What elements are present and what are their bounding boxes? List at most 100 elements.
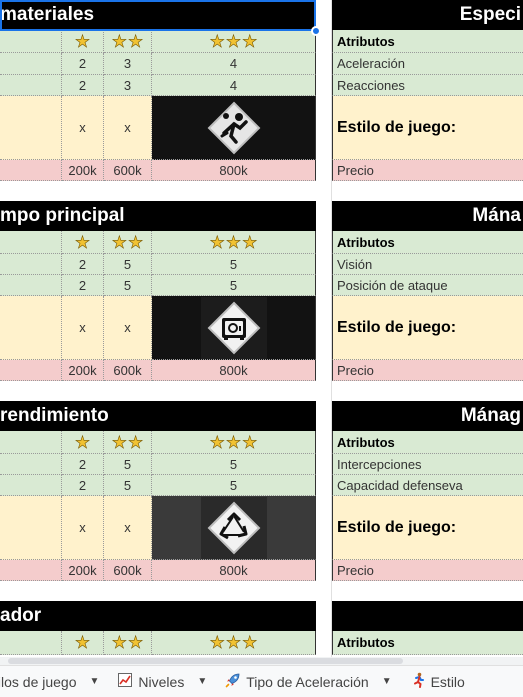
- cell-empty[interactable]: [0, 53, 62, 75]
- level-cell[interactable]: 2: [62, 475, 104, 496]
- x-cell[interactable]: x: [104, 96, 152, 160]
- section-title-cell[interactable]: mpo principal: [0, 201, 316, 231]
- x-cell[interactable]: x: [104, 496, 152, 560]
- attributes-header-cell[interactable]: Atributos: [332, 431, 523, 454]
- cell-empty[interactable]: [0, 560, 62, 581]
- chevron-down-icon[interactable]: ▼: [382, 676, 392, 687]
- level-cell[interactable]: 3: [104, 53, 152, 75]
- star-icon: ★: [111, 31, 127, 51]
- cell-empty[interactable]: [0, 96, 62, 160]
- one-star-cell[interactable]: ★: [62, 30, 104, 53]
- price-cell[interactable]: 600k: [104, 160, 152, 181]
- x-cell[interactable]: x: [62, 296, 104, 360]
- level-cell[interactable]: 5: [152, 475, 316, 496]
- level-cell[interactable]: 4: [152, 75, 316, 96]
- two-star-cell[interactable]: ★ ★: [104, 631, 152, 655]
- cell-empty[interactable]: [0, 360, 62, 381]
- price-cell[interactable]: 600k: [104, 360, 152, 381]
- section-right-title-cell[interactable]: [332, 601, 523, 631]
- cell-empty[interactable]: [0, 231, 62, 254]
- playstyle-label-cell[interactable]: Estilo de juego:: [332, 296, 523, 360]
- playstyle-image-cell[interactable]: [152, 296, 316, 360]
- level-cell[interactable]: 2: [62, 254, 104, 275]
- attribute-cell[interactable]: Visión: [332, 254, 523, 275]
- x-cell[interactable]: x: [104, 296, 152, 360]
- attribute-cell[interactable]: Posición de ataque: [332, 275, 523, 296]
- three-star-cell[interactable]: ★ ★ ★: [152, 30, 316, 53]
- price-label-cell[interactable]: Precio: [332, 160, 523, 181]
- price-cell[interactable]: 200k: [62, 160, 104, 181]
- cell-empty[interactable]: [0, 454, 62, 475]
- attribute-cell[interactable]: Reacciones: [332, 75, 523, 96]
- section-title-cell[interactable]: materiales: [0, 0, 316, 30]
- three-star-cell[interactable]: ★ ★ ★: [152, 631, 316, 655]
- attribute-cell[interactable]: Intercepciones: [332, 454, 523, 475]
- two-star-cell[interactable]: ★ ★: [104, 431, 152, 454]
- level-cell[interactable]: 2: [62, 275, 104, 296]
- level-cell[interactable]: 4: [152, 53, 316, 75]
- spreadsheet-grid[interactable]: materiales Especi ★ ★ ★ ★ ★ ★ Atributos 2 3…: [0, 0, 523, 657]
- playstyle-image-cell[interactable]: [152, 96, 316, 160]
- level-cell[interactable]: 2: [62, 454, 104, 475]
- level-cell[interactable]: 5: [152, 275, 316, 296]
- one-star-cell[interactable]: ★: [62, 431, 104, 454]
- sheet-tab-estilo[interactable]: Estilo: [401, 666, 474, 697]
- spacer-column[interactable]: [316, 0, 332, 657]
- level-cell[interactable]: 5: [104, 254, 152, 275]
- x-cell[interactable]: x: [62, 96, 104, 160]
- price-cell[interactable]: 200k: [62, 360, 104, 381]
- attribute-cell[interactable]: Aceleración: [332, 53, 523, 75]
- price-cell[interactable]: 200k: [62, 560, 104, 581]
- price-label-cell[interactable]: Precio: [332, 560, 523, 581]
- level-cell[interactable]: 5: [152, 454, 316, 475]
- price-cell[interactable]: 600k: [104, 560, 152, 581]
- attributes-header-cell[interactable]: Atributos: [332, 30, 523, 53]
- cell-empty[interactable]: [0, 30, 62, 53]
- cell-empty[interactable]: [0, 75, 62, 96]
- cell-empty[interactable]: [0, 254, 62, 275]
- selection-fill-handle[interactable]: [311, 26, 321, 36]
- three-star-cell[interactable]: ★ ★ ★: [152, 431, 316, 454]
- cell-empty[interactable]: [0, 431, 62, 454]
- level-cell[interactable]: 3: [104, 75, 152, 96]
- x-cell[interactable]: x: [62, 496, 104, 560]
- cell-empty[interactable]: [0, 475, 62, 496]
- attribute-cell[interactable]: Capacidad defenseva: [332, 475, 523, 496]
- price-cell[interactable]: 800k: [152, 360, 316, 381]
- horizontal-scrollbar-thumb[interactable]: [8, 658, 403, 664]
- price-label-cell[interactable]: Precio: [332, 360, 523, 381]
- level-cell[interactable]: 5: [104, 275, 152, 296]
- section-right-title-cell[interactable]: Mánag: [332, 401, 523, 431]
- level-cell[interactable]: 5: [104, 454, 152, 475]
- price-cell[interactable]: 800k: [152, 160, 316, 181]
- cell-empty[interactable]: [0, 631, 62, 655]
- playstyle-image-cell[interactable]: [152, 496, 316, 560]
- attributes-header-cell[interactable]: Atributos: [332, 231, 523, 254]
- section-title-cell[interactable]: ador: [0, 601, 316, 631]
- sheet-tab-estilos[interactable]: tilos de juego ▼: [0, 666, 108, 697]
- cell-empty[interactable]: [0, 275, 62, 296]
- two-star-cell[interactable]: ★ ★: [104, 30, 152, 53]
- chevron-down-icon[interactable]: ▼: [90, 676, 100, 687]
- one-star-cell[interactable]: ★: [62, 631, 104, 655]
- cell-empty[interactable]: [0, 160, 62, 181]
- level-cell[interactable]: 5: [104, 475, 152, 496]
- section-title-cell[interactable]: rendimiento: [0, 401, 316, 431]
- two-star-cell[interactable]: ★ ★: [104, 231, 152, 254]
- sheet-tab-tipo-aceleracion[interactable]: Tipo de Aceleración ▼: [216, 666, 400, 697]
- price-cell[interactable]: 800k: [152, 560, 316, 581]
- attributes-header-cell[interactable]: Atributos: [332, 631, 523, 655]
- one-star-cell[interactable]: ★: [62, 231, 104, 254]
- section-right-title-cell[interactable]: Mána: [332, 201, 523, 231]
- cell-empty[interactable]: [0, 296, 62, 360]
- cell-empty[interactable]: [0, 496, 62, 560]
- level-cell[interactable]: 2: [62, 53, 104, 75]
- chevron-down-icon[interactable]: ▼: [197, 676, 207, 687]
- level-cell[interactable]: 2: [62, 75, 104, 96]
- level-cell[interactable]: 5: [152, 254, 316, 275]
- playstyle-label-cell[interactable]: Estilo de juego:: [332, 496, 523, 560]
- section-right-title-cell[interactable]: Especi: [332, 0, 523, 30]
- sheet-tab-niveles[interactable]: Niveles ▼: [108, 666, 216, 697]
- three-star-cell[interactable]: ★ ★ ★: [152, 231, 316, 254]
- playstyle-label-cell[interactable]: Estilo de juego:: [332, 96, 523, 160]
